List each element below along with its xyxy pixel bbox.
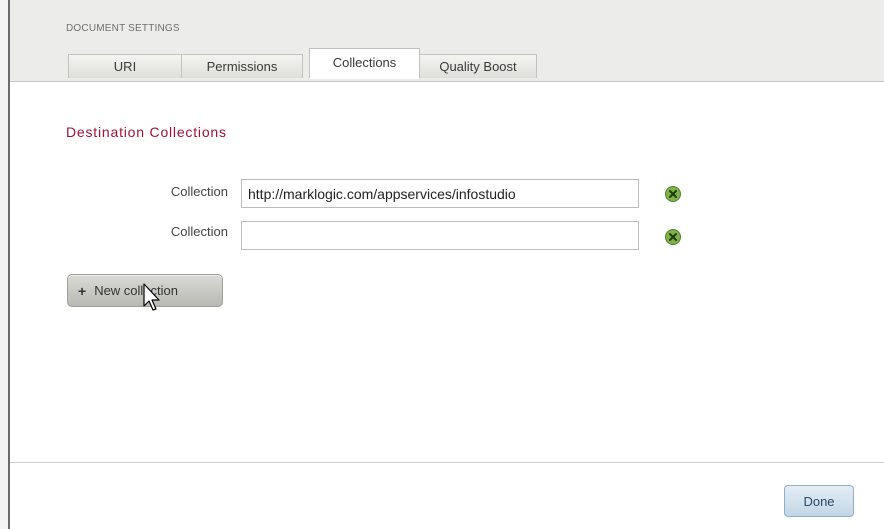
done-button[interactable]: Done — [784, 485, 854, 517]
remove-x-icon[interactable] — [665, 186, 681, 202]
new-collection-label: New collection — [94, 283, 179, 298]
mouse-pointer-icon — [143, 283, 160, 311]
plus-icon: + — [78, 282, 87, 299]
tab-uri[interactable]: URI — [68, 54, 182, 78]
settings-header: DOCUMENT SETTINGS URI Permissions Collec… — [10, 0, 884, 82]
page-title: DOCUMENT SETTINGS — [66, 23, 180, 34]
collection-label: Collection — [170, 184, 228, 199]
remove-x-icon[interactable] — [665, 229, 681, 245]
collection-label: Collection — [170, 224, 228, 239]
footer-divider — [10, 462, 884, 463]
tab-quality-boost[interactable]: Quality Boost — [420, 54, 537, 78]
tab-permissions[interactable]: Permissions — [182, 54, 303, 78]
destination-collections-heading: Destination Collections — [66, 124, 227, 140]
tab-bar: URI Permissions Collections Quality Boos… — [68, 48, 537, 81]
collection-input-2[interactable] — [241, 221, 639, 250]
tab-collections[interactable]: Collections — [309, 48, 420, 79]
collection-input-1[interactable] — [241, 179, 639, 208]
